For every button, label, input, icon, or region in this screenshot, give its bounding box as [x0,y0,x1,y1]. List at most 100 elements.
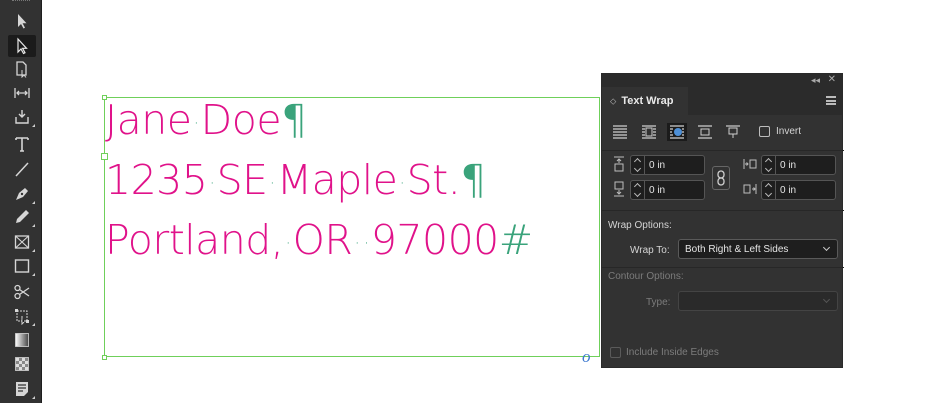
right-offset-value[interactable]: 0 in [776,185,796,196]
frame-out-port-icon[interactable]: o [582,347,591,367]
jump-to-next-column-icon [726,125,740,138]
space-marker: · [193,112,199,134]
type-tool[interactable] [8,133,36,155]
tab-text-wrap[interactable]: ⬦ Text Wrap [602,87,688,115]
wrap-to-label: Wrap To: [630,245,670,256]
wrap-to-dropdown[interactable]: Both Right & Left Sides [678,239,838,259]
rectangle-frame-tool[interactable] [8,231,36,253]
bottom-offset-icon [612,181,626,199]
text-word: St. [406,156,461,204]
chevron-down-icon [822,243,831,252]
jump-object-icon [698,125,712,139]
frame-corner-handle[interactable] [102,355,107,360]
pencil-tool[interactable] [8,206,36,228]
bottom-offset-stepper[interactable] [631,181,645,199]
scissors-tool[interactable] [8,281,36,303]
invert-checkbox[interactable] [759,126,770,137]
line-tool[interactable] [8,158,36,180]
divider [602,267,844,268]
line-tool-icon [15,162,29,177]
panel-options-toggle-icon[interactable]: ⬦ [610,96,616,107]
pencil-tool-icon [16,210,29,223]
text-wrap-panel: ◂◂ ✕ ⬦ Text Wrap Invert 0 in 0 in 0 in 0… [601,73,844,368]
bottom-offset-value[interactable]: 0 in [645,185,665,196]
gap-tool-icon [14,88,30,98]
top-offset-icon [612,156,626,174]
more-tools-indicator [32,249,35,252]
top-offset-value[interactable]: 0 in [645,160,665,171]
text-line-name[interactable]: Jane ·Doe¶ [105,96,307,144]
text-line-city[interactable]: Portland, ·OR · ·97000# [105,216,533,264]
no-text-wrap-button[interactable] [610,123,630,141]
pen-tool-icon [16,188,28,200]
divider [602,150,844,151]
toolbar-grip[interactable] [12,0,30,4]
content-collector-tool-icon [15,110,29,124]
scissors-tool-icon [14,284,30,300]
gap-tool[interactable] [8,82,36,104]
right-offset-field[interactable]: 0 in [761,180,836,200]
gradient-swatch-tool-icon [15,333,29,347]
text-word: Maple [276,156,398,204]
more-tools-indicator [32,201,35,204]
more-tools-indicator [32,124,35,127]
panel-title: Text Wrap [621,95,674,107]
note-tool[interactable] [8,378,36,400]
top-offset-field[interactable]: 0 in [630,155,705,175]
collapse-panel-icon[interactable]: ◂◂ [811,75,820,86]
contour-options-heading: Contour Options: [608,271,684,282]
space-marker: · [399,172,405,194]
page-tool-icon [16,61,27,78]
include-inside-edges-label: Include Inside Edges [626,347,719,358]
divider [602,210,844,211]
panel-tab-bar: ⬦ Text Wrap [602,87,842,115]
rectangle-tool[interactable] [8,255,36,277]
direct-selection-tool[interactable] [8,35,36,57]
note-tool-icon [16,382,28,396]
jump-object-button[interactable] [695,123,715,141]
more-tools-indicator [32,224,35,227]
gradient-feather-tool[interactable] [8,353,36,375]
wrap-bounding-box-icon [642,125,656,139]
make-all-settings-same-button[interactable] [712,166,730,190]
gradient-swatch-tool[interactable] [8,329,36,351]
text-word: SE [216,156,268,204]
direct-selection-tool-icon [17,37,28,55]
wrap-around-bounding-box-button[interactable] [639,123,659,141]
selection-tool-icon [18,14,27,29]
chevron-down-icon [822,295,831,304]
type-tool-icon [15,137,29,152]
page-tool[interactable] [8,58,36,80]
text-word: Jane [105,96,192,144]
panel-menu-icon[interactable] [826,96,836,105]
text-word: OR [292,216,353,264]
space-marker: · [354,232,360,254]
left-offset-stepper[interactable] [762,156,776,174]
top-offset-stepper[interactable] [631,156,645,174]
text-word: Doe [200,96,282,144]
jump-to-next-column-button[interactable] [723,123,743,141]
pen-tool[interactable] [8,183,36,205]
include-inside-edges-checkbox[interactable] [610,347,621,358]
selection-tool[interactable] [8,10,36,32]
wrap-around-object-shape-button[interactable] [667,123,687,141]
more-tools-indicator [32,396,35,399]
wrap-object-shape-icon [670,125,684,139]
content-collector-tool[interactable] [8,106,36,128]
text-line-street[interactable]: 1235 ·SE ·Maple ·St.¶ [105,156,486,204]
paragraph-mark: ¶ [460,156,486,204]
gradient-feather-tool-icon [15,357,29,371]
more-tools-indicator [32,273,35,276]
space-marker: · [285,232,291,254]
space-marker: · [209,172,215,194]
right-offset-stepper[interactable] [762,181,776,199]
close-panel-icon[interactable]: ✕ [828,74,836,85]
invert-label: Invert [776,126,802,137]
bottom-offset-field[interactable]: 0 in [630,180,705,200]
left-offset-field[interactable]: 0 in [761,155,836,175]
panel-header-bar[interactable]: ◂◂ ✕ [602,74,842,87]
free-transform-tool[interactable] [8,305,36,327]
contour-type-dropdown[interactable] [678,291,838,311]
left-offset-value[interactable]: 0 in [776,160,796,171]
text-word: 1235 [105,156,208,204]
